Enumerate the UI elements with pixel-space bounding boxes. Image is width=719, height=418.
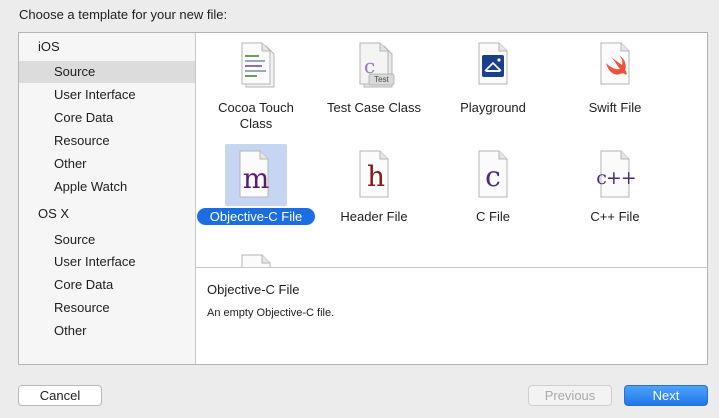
template-grid: Cocoa Touch Class c Test Test Case Class [196, 33, 707, 267]
cocoa-touch-class-icon [241, 42, 275, 88]
template-chooser: iOS Source User Interface Core Data Reso… [18, 32, 708, 365]
document-icon [241, 254, 271, 267]
template-description: Objective-C File An empty Objective-C fi… [196, 268, 707, 364]
template-label: C File [476, 209, 510, 224]
sidebar-item-ios-resource[interactable]: Resource [19, 130, 195, 152]
test-case-class-icon: c [359, 42, 395, 88]
description-text: An empty Objective-C file. [207, 307, 335, 319]
sidebar-item-osx-user-interface[interactable]: User Interface [19, 251, 195, 273]
dialog-header: Choose a template for your new file: [19, 7, 228, 22]
template-label: Header File [340, 209, 408, 224]
sidebar-item-osx-other[interactable]: Other [19, 320, 195, 342]
sidebar-item-ios-apple-watch[interactable]: Apple Watch [19, 176, 195, 198]
platform-sidebar: iOS Source User Interface Core Data Reso… [19, 33, 196, 364]
description-title: Objective-C File [207, 282, 300, 297]
sidebar-item-osx-source[interactable]: Source [19, 229, 195, 251]
c-glyph: c [485, 160, 501, 193]
next-button[interactable]: Next [624, 385, 708, 406]
sidebar-group-osx: OS X [38, 206, 70, 221]
new-file-dialog: Choose a template for your new file: iOS… [0, 0, 719, 418]
template-label: C++ File [590, 209, 640, 224]
template-swift-file[interactable]: Swift File [555, 41, 675, 136]
template-cpp-file[interactable]: c++ C++ File [555, 144, 675, 229]
cancel-button[interactable]: Cancel [18, 385, 102, 406]
sidebar-item-osx-resource[interactable]: Resource [19, 297, 195, 319]
sidebar-item-ios-user-interface[interactable]: User Interface [19, 84, 195, 106]
template-label: Objective-C File [209, 209, 303, 224]
objc-glyph: m [242, 162, 270, 195]
playground-icon [478, 42, 508, 85]
test-badge: Test [374, 75, 389, 84]
cpp-glyph: c++ [596, 167, 636, 189]
sidebar-item-ios-source[interactable]: Source [19, 61, 195, 83]
template-test-case-class[interactable]: c Test Test Case Class [314, 41, 434, 136]
swift-file-icon [600, 42, 630, 85]
template-label: Playground [460, 100, 526, 115]
sidebar-item-osx-core-data[interactable]: Core Data [19, 274, 195, 296]
template-c-file[interactable]: c C File [433, 144, 553, 229]
header-glyph: h [366, 160, 386, 193]
template-label: Test Case Class [327, 100, 421, 115]
template-label: Cocoa Touch [218, 100, 294, 115]
template-label: Swift File [588, 100, 642, 115]
template-playground[interactable]: Playground [433, 41, 553, 136]
sidebar-item-ios-other[interactable]: Other [19, 153, 195, 175]
template-label-line2: Class [239, 116, 273, 131]
previous-button[interactable]: Previous [528, 385, 612, 406]
sidebar-group-ios: iOS [38, 39, 60, 54]
template-header-file[interactable]: h Header File [314, 144, 434, 229]
sidebar-item-ios-core-data[interactable]: Core Data [19, 107, 195, 129]
template-cocoa-touch-class[interactable]: Cocoa Touch Class [196, 41, 316, 136]
template-objective-c-file[interactable]: m Objective-C File [196, 144, 316, 229]
